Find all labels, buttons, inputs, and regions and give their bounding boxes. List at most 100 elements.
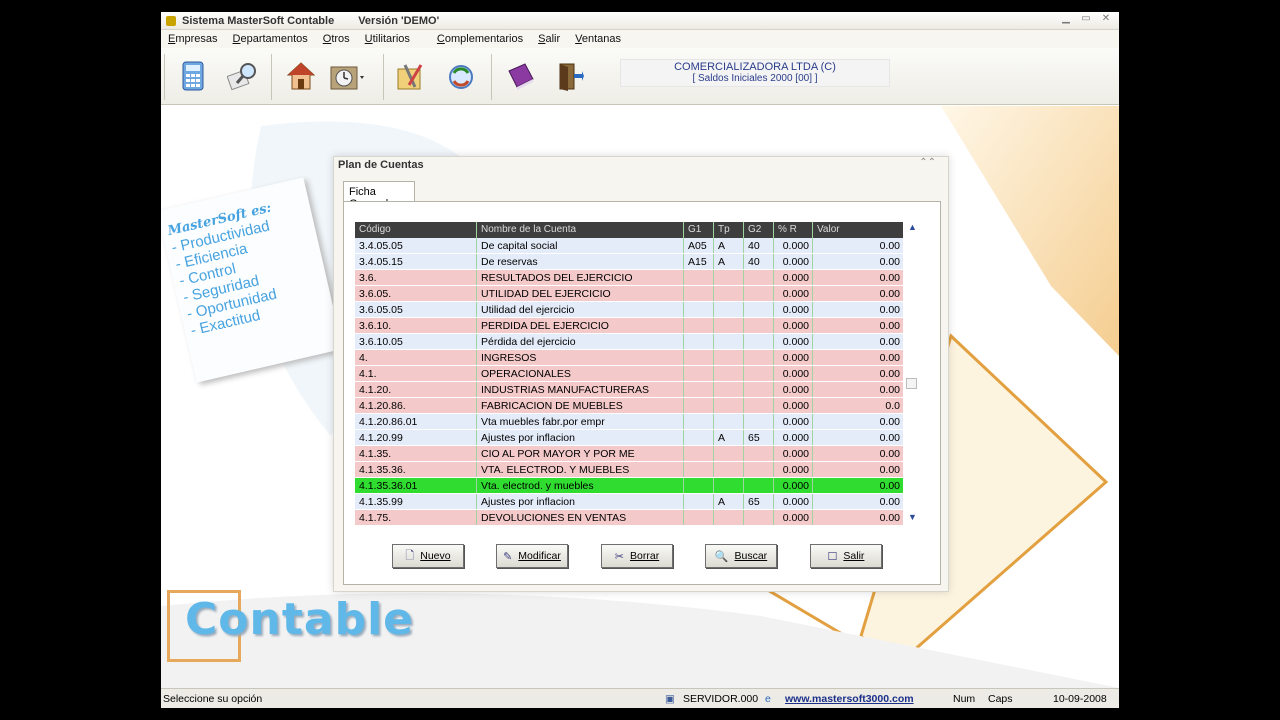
table-row[interactable]: 4.1.20.86.01 Vta muebles fabr.por empr 0.0… bbox=[355, 414, 903, 430]
table-row[interactable]: 4.1.35.99 Ajustes por inflacion A 65 0.000 0.… bbox=[355, 494, 903, 510]
cell-codigo: 3.6. bbox=[355, 270, 477, 285]
col-valor[interactable]: Valor bbox=[813, 222, 903, 238]
dialog-close-icon[interactable]: ⌃⌃ bbox=[919, 157, 936, 168]
table-row[interactable]: 4.1.20.99 Ajustes por inflacion A 65 0.000 0.… bbox=[355, 430, 903, 446]
scroll-up-icon[interactable]: ▲ bbox=[908, 222, 917, 232]
search-tool-icon[interactable] bbox=[223, 58, 263, 94]
table-row[interactable]: 3.6.10.05 Pérdida del ejercicio 0.000 0.00 bbox=[355, 334, 903, 350]
accounts-grid[interactable]: Código Nombre de la Cuenta G1 Tp G2 % R … bbox=[355, 222, 903, 526]
menu-utilitarios[interactable]: Utilitarios bbox=[365, 33, 410, 45]
cell-pct-r: 0.000 bbox=[774, 254, 813, 269]
cell-valor: 0.00 bbox=[879, 288, 900, 300]
table-row[interactable]: 3.6.05. UTILIDAD DEL EJERCICIO 0.000 0.00 bbox=[355, 286, 903, 302]
edit-icon: ✎ bbox=[503, 550, 513, 563]
cell-nombre: FABRICACION DE MUEBLES bbox=[477, 398, 684, 413]
menu-ventanas[interactable]: Ventanas bbox=[575, 33, 621, 45]
col-nombre[interactable]: Nombre de la Cuenta bbox=[477, 222, 684, 238]
tab-ficha-general[interactable]: Ficha General bbox=[343, 181, 415, 210]
menu-otros[interactable]: Otros bbox=[323, 33, 350, 45]
maximize-icon[interactable]: ▭ bbox=[1079, 14, 1093, 25]
cell-g1 bbox=[684, 334, 714, 349]
cell-codigo: 4.1.75. bbox=[355, 510, 477, 525]
cell-g2 bbox=[744, 302, 774, 317]
dialog-title: Plan de Cuentas bbox=[338, 159, 424, 171]
menu-salir[interactable]: Salir bbox=[538, 33, 560, 45]
status-message: Seleccione su opción bbox=[163, 693, 263, 705]
table-row[interactable]: 3.6.05.05 Utilidad del ejercicio 0.000 0.00 bbox=[355, 302, 903, 318]
cell-g2 bbox=[744, 318, 774, 333]
close-icon[interactable]: ✕ bbox=[1099, 14, 1113, 25]
num-indicator: Num bbox=[953, 693, 976, 705]
menu-complementarios[interactable]: Complementarios bbox=[437, 33, 523, 45]
table-row[interactable]: 4.1.20.86. FABRICACION DE MUEBLES 0.000 0.0 bbox=[355, 398, 903, 414]
clock-icon[interactable] bbox=[327, 58, 367, 94]
table-row[interactable]: 4.1.75. DEVOLUCIONES EN VENTAS 0.000 0.00 bbox=[355, 510, 903, 526]
modificar-button[interactable]: ✎ Modificar bbox=[496, 544, 568, 568]
cell-nombre: Vta muebles fabr.por empr bbox=[477, 414, 684, 429]
table-row[interactable]: 3.6. RESULTADOS DEL EJERCICIO 0.000 0.00 bbox=[355, 270, 903, 286]
calculator-icon[interactable] bbox=[173, 58, 213, 94]
cell-tp bbox=[714, 270, 744, 285]
col-pct-r[interactable]: % R bbox=[774, 222, 813, 238]
cell-nombre: Ajustes por inflacion bbox=[477, 430, 684, 445]
grid-scrollbar[interactable]: ▲ ▼ bbox=[905, 222, 919, 522]
cell-g2: 40 bbox=[744, 238, 774, 253]
book-icon[interactable] bbox=[501, 58, 541, 94]
col-codigo[interactable]: Código bbox=[355, 222, 477, 238]
nuevo-button[interactable]: 🗋 Nuevo bbox=[392, 544, 464, 568]
cell-codigo: 4. bbox=[355, 350, 477, 365]
scroll-down-icon[interactable]: ▼ bbox=[908, 512, 917, 522]
cell-g2: 65 bbox=[744, 430, 774, 445]
table-row[interactable]: 4.1. OPERACIONALES 0.000 0.00 bbox=[355, 366, 903, 382]
cell-pct-r: 0.000 bbox=[774, 382, 813, 397]
table-row[interactable]: 3.4.05.15 De reservas A15 A 40 0.000 0.00 bbox=[355, 254, 903, 270]
cell-g1 bbox=[684, 318, 714, 333]
col-g1[interactable]: G1 bbox=[684, 222, 714, 238]
cell-valor: 0.00 bbox=[879, 480, 900, 492]
cell-valor: 0.00 bbox=[879, 304, 900, 316]
table-row[interactable]: 3.4.05.05 De capital social A05 A 40 0.000 0.0… bbox=[355, 238, 903, 254]
scroll-thumb[interactable] bbox=[906, 378, 917, 389]
table-row[interactable]: 4.1.35.36.01 Vta. electrod. y muebles 0.00… bbox=[355, 478, 903, 494]
tools-icon[interactable] bbox=[391, 58, 431, 94]
cell-nombre: PERDIDA DEL EJERCICIO bbox=[477, 318, 684, 333]
cell-tp bbox=[714, 302, 744, 317]
minimize-icon[interactable]: ▁ bbox=[1059, 14, 1073, 25]
cell-tp: A bbox=[714, 254, 744, 269]
table-row[interactable]: 4.1.35. CIO AL POR MAYOR Y POR ME 0.000 0.0… bbox=[355, 446, 903, 462]
cell-tp bbox=[714, 478, 744, 493]
home-icon[interactable] bbox=[281, 58, 321, 94]
cell-g1 bbox=[684, 478, 714, 493]
cell-tp bbox=[714, 350, 744, 365]
refresh-icon[interactable] bbox=[441, 58, 481, 94]
salir-button[interactable]: ☐ Salir bbox=[810, 544, 882, 568]
table-row[interactable]: 4.1.35.36. VTA. ELECTROD. Y MUEBLES 0.000 0… bbox=[355, 462, 903, 478]
cell-valor: 0.00 bbox=[879, 336, 900, 348]
cell-tp bbox=[714, 286, 744, 301]
menu-bar: Empresas Departamentos Otros Utilitarios… bbox=[161, 30, 1119, 48]
website-link[interactable]: www.mastersoft3000.com bbox=[785, 693, 914, 705]
cell-pct-r: 0.000 bbox=[774, 494, 813, 509]
cell-g1 bbox=[684, 302, 714, 317]
col-g2[interactable]: G2 bbox=[744, 222, 774, 238]
cell-tp bbox=[714, 382, 744, 397]
menu-empresas[interactable]: Empresas bbox=[168, 33, 218, 45]
cell-codigo: 4.1.35.36.01 bbox=[355, 478, 477, 493]
table-row[interactable]: 4.1.20. INDUSTRIAS MANUFACTURERAS 0.000 0.0… bbox=[355, 382, 903, 398]
menu-departamentos[interactable]: Departamentos bbox=[233, 33, 308, 45]
cell-codigo: 4.1.20.86. bbox=[355, 398, 477, 413]
cell-codigo: 3.6.10.05 bbox=[355, 334, 477, 349]
table-row[interactable]: 4. INGRESOS 0.000 0.00 bbox=[355, 350, 903, 366]
cell-g1 bbox=[684, 414, 714, 429]
title-bar: Sistema MasterSoft Contable Versión 'DEM… bbox=[161, 12, 1119, 30]
borrar-button[interactable]: ✂ Borrar bbox=[601, 544, 673, 568]
col-tp[interactable]: Tp bbox=[714, 222, 744, 238]
period-label: [ Saldos Iniciales 2000 [00] ] bbox=[692, 73, 818, 84]
exit-door-icon[interactable] bbox=[549, 58, 589, 94]
cell-valor: 0.00 bbox=[879, 432, 900, 444]
table-row[interactable]: 3.6.10. PERDIDA DEL EJERCICIO 0.000 0.00 bbox=[355, 318, 903, 334]
cell-nombre: De reservas bbox=[477, 254, 684, 269]
cell-pct-r: 0.000 bbox=[774, 398, 813, 413]
cell-nombre: UTILIDAD DEL EJERCICIO bbox=[477, 286, 684, 301]
buscar-button[interactable]: 🔍 Buscar bbox=[705, 544, 777, 568]
